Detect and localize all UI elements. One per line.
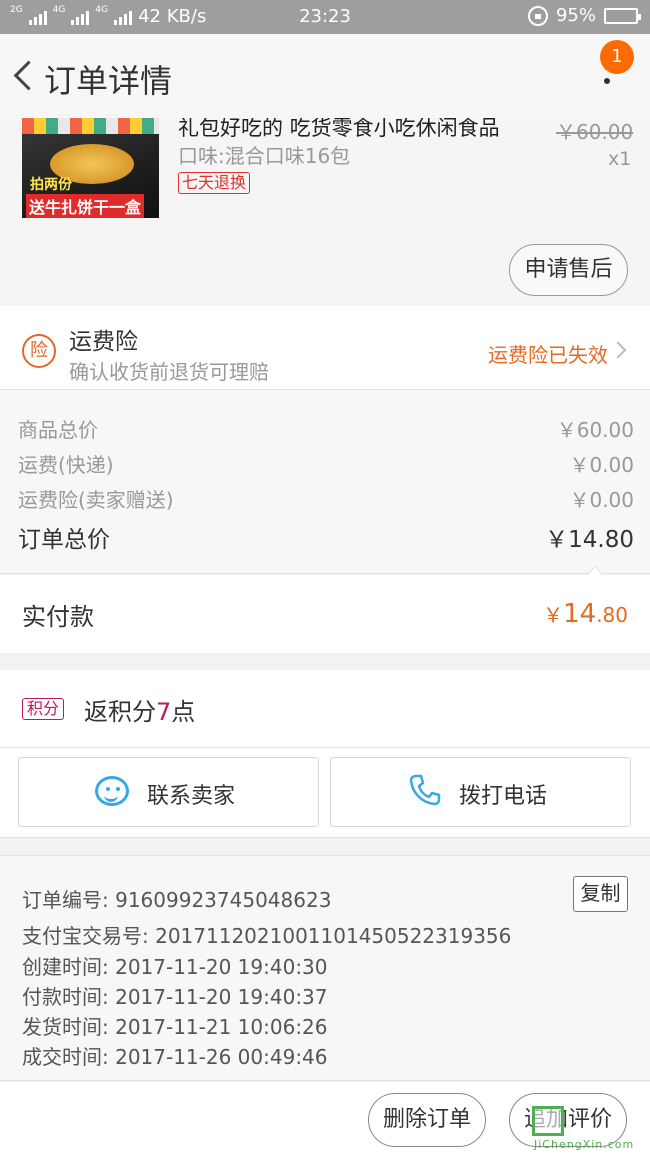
battery-icon [604, 7, 641, 24]
order-total-row: 订单总价 ￥14.80 [0, 520, 650, 553]
price-value: ￥0.00 [569, 453, 634, 477]
payment-integer: 14 [563, 599, 597, 629]
insurance-icon: 险 [22, 334, 56, 368]
actual-payment-label: 实付款 [22, 603, 94, 631]
shipping-time: 发货时间: 2017-11-21 10:06:26 [22, 1015, 328, 1039]
currency-symbol: ￥ [543, 603, 564, 627]
original-price: ￥60.00 [556, 120, 634, 144]
call-phone-label: 拨打电话 [459, 784, 548, 809]
points-count: 7 [156, 698, 172, 726]
nav-bar: 订单详情 1 [0, 34, 650, 118]
completed-time: 成交时间: 2017-11-26 00:49:46 [22, 1045, 328, 1069]
alipay-trade-number: 支付宝交易号: 2017112021001101450522319356 [22, 924, 512, 948]
chat-icon [95, 776, 129, 806]
snack-packs-graphic [22, 118, 159, 134]
order-total-label: 订单总价 [18, 527, 110, 553]
price-breakdown: 商品总价 ￥60.00 运费(快递) ￥0.00 运费险(卖家赠送) ￥0.00… [0, 390, 650, 574]
order-info-section: 订单编号: 91609923745048623 支付宝交易号: 20171120… [0, 855, 650, 1081]
image-promo-line1: 拍两份 [30, 177, 72, 193]
call-phone-button[interactable]: 拨打电话 [330, 757, 631, 827]
site-watermark: JiChengXin.com [532, 1102, 650, 1154]
price-row: 运费险(卖家赠送) ￥0.00 [0, 484, 650, 514]
contact-seller-button[interactable]: 联系卖家 [18, 757, 319, 827]
points-tag: 积分 [22, 698, 65, 720]
insurance-status: 运费险已失效 [488, 343, 608, 367]
price-value: ￥0.00 [569, 488, 634, 512]
after-sale-button[interactable]: 申请售后 [509, 244, 628, 296]
product-name[interactable]: 礼包好吃的 吃货零食小吃休闲食品 [178, 118, 508, 142]
price-value: ￥60.00 [556, 418, 634, 442]
points-row: 积分 返积分7点 [0, 670, 650, 748]
price-label: 运费险(卖家赠送) [18, 488, 174, 512]
product-card: 拍两份 送牛扎饼干一盒 礼包好吃的 吃货零食小吃休闲食品 ￥60.00 口味:混… [0, 118, 650, 306]
product-image[interactable]: 拍两份 送牛扎饼干一盒 [22, 118, 159, 218]
battery-percent: 95% [555, 5, 596, 26]
contact-seller-label: 联系卖家 [147, 784, 236, 809]
payment-time: 付款时间: 2017-11-20 19:40:37 [22, 985, 328, 1009]
status-bar: 2G 4G 4G 42 KB/s 23:23 95% [0, 0, 650, 34]
insurance-subtitle: 确认收货前退货可理赔 [69, 360, 269, 384]
delete-order-button[interactable]: 删除订单 [368, 1093, 486, 1147]
created-time: 创建时间: 2017-11-20 19:40:30 [22, 955, 328, 979]
notification-badge: 1 [600, 40, 634, 74]
image-promo-line2: 送牛扎饼干一盒 [26, 194, 145, 218]
price-label: 运费(快递) [18, 453, 114, 477]
payment-decimal: .80 [596, 603, 628, 627]
actual-payment-value: ￥14.80 [543, 599, 628, 629]
chevron-right-icon [609, 341, 627, 359]
order-total-value: ￥14.80 [545, 527, 634, 553]
price-row: 运费(快递) ￥0.00 [0, 449, 650, 479]
insurance-title: 运费险 [69, 329, 138, 355]
product-quantity: x1 [608, 148, 632, 170]
points-text: 返积分7点 [84, 692, 195, 727]
more-dot-icon [604, 78, 610, 84]
order-number: 订单编号: 91609923745048623 [22, 888, 332, 912]
points-prefix: 返积分 [84, 698, 156, 726]
actual-payment-row: 实付款 ￥14.80 [0, 575, 650, 653]
watermark-logo-icon [532, 1106, 564, 1136]
points-suffix: 点 [171, 698, 196, 726]
shipping-insurance-row[interactable]: 险 运费险 确认收货前退货可理赔 运费险已失效 [0, 306, 650, 390]
copy-order-number-button[interactable]: 复制 [573, 876, 628, 912]
price-label: 商品总价 [18, 418, 98, 442]
price-row: 商品总价 ￥60.00 [0, 414, 650, 444]
watermark-text: JiChengXin.com [534, 1138, 635, 1151]
return-policy-tag: 七天退换 [178, 172, 251, 194]
product-spec: 口味:混合口味16包 [178, 144, 351, 168]
contact-row: 联系卖家 拨打电话 [0, 748, 650, 838]
page-title: 订单详情 [44, 62, 173, 100]
phone-icon [409, 774, 441, 806]
status-right: 95% [527, 5, 641, 26]
rotation-lock-icon [527, 5, 548, 26]
back-button[interactable] [10, 54, 42, 98]
